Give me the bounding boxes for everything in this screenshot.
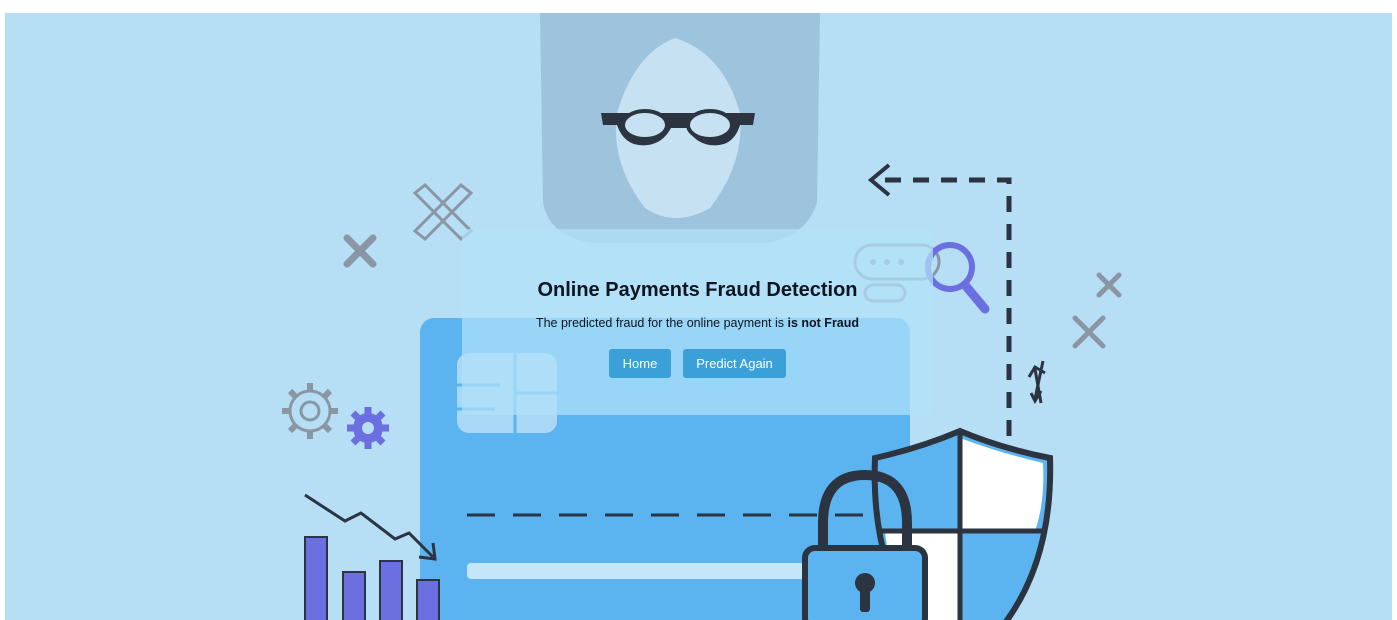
prediction-message-prefix: The predicted fraud for the online payme… <box>535 316 788 330</box>
predict-again-button[interactable]: Predict Again <box>683 349 786 378</box>
fraud-result-page: Online Payments Fraud Detection The pred… <box>0 0 1397 620</box>
prediction-result: is not Fraud <box>787 316 860 330</box>
person-silhouette-icon <box>540 13 820 243</box>
prediction-message: The predicted fraud for the online payme… <box>462 316 933 330</box>
home-button[interactable]: Home <box>609 349 671 378</box>
page-title: Online Payments Fraud Detection <box>537 279 858 301</box>
